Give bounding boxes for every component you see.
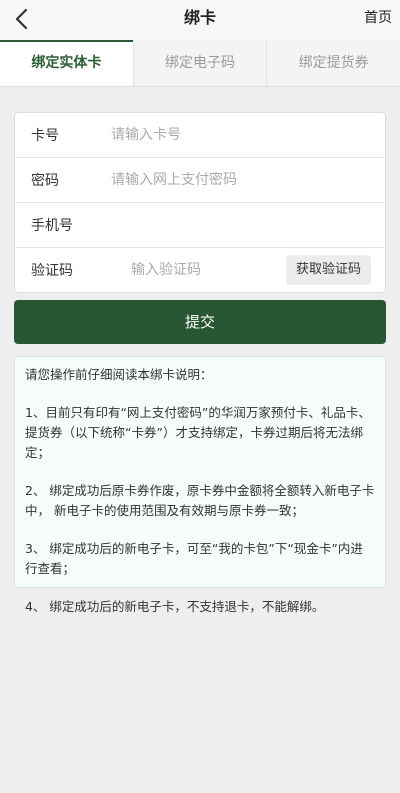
verify-code-label: 验证码 xyxy=(31,263,73,279)
notice-intro: 请您操作前仔细阅读本绑卡说明： xyxy=(25,367,213,382)
password-label: 密码 xyxy=(31,173,59,189)
verify-code-input[interactable] xyxy=(131,262,281,278)
home-link[interactable]: 首页 xyxy=(364,0,392,40)
card-number-input[interactable] xyxy=(111,127,385,143)
get-verify-code-button[interactable]: 获取验证码 xyxy=(285,255,371,285)
bind-card-notice: 请您操作前仔细阅读本绑卡说明： 1、目前只有印有“网上支付密码”的华润万家预付卡… xyxy=(14,356,386,614)
phone-label: 手机号 xyxy=(31,218,73,234)
tab-bind-physical-card[interactable]: 绑定实体卡 xyxy=(0,40,133,86)
card-number-label: 卡号 xyxy=(31,128,59,144)
page-title: 绑卡 xyxy=(183,8,216,27)
phone-input[interactable] xyxy=(111,217,385,233)
bind-card-form: 卡号 密码 手机号 验证码 获取验证码 xyxy=(14,112,386,293)
notice-item: 4、 绑定成功后的新电子卡，不支持退卡，不能解绑。 xyxy=(25,599,325,614)
tab-bind-e-code[interactable]: 绑定电子码 xyxy=(132,40,267,86)
card-number-row: 卡号 xyxy=(15,113,385,157)
tab-bar: 绑定实体卡 绑定电子码 绑定提货券 xyxy=(0,40,400,87)
submit-button[interactable]: 提交 xyxy=(14,300,386,344)
notice-item: 2、 绑定成功后原卡券作废，原卡券中金额将全额转入新电子卡中， 新电子卡的使用范… xyxy=(25,483,375,518)
notice-item: 1、目前只有印有“网上支付密码”的华润万家预付卡、礼品卡、提货券（以下统称“卡券… xyxy=(25,405,371,460)
password-input[interactable] xyxy=(111,172,385,188)
verify-code-row: 验证码 获取验证码 xyxy=(15,247,385,292)
notice-item: 3、 绑定成功后的新电子卡，可至“我的卡包”下“现金卡”内进行查看； xyxy=(25,541,363,576)
nav-bar: 绑卡 首页 xyxy=(0,0,400,40)
tab-bind-voucher[interactable]: 绑定提货券 xyxy=(266,40,400,86)
password-row: 密码 xyxy=(15,157,385,202)
phone-row: 手机号 xyxy=(15,202,385,247)
